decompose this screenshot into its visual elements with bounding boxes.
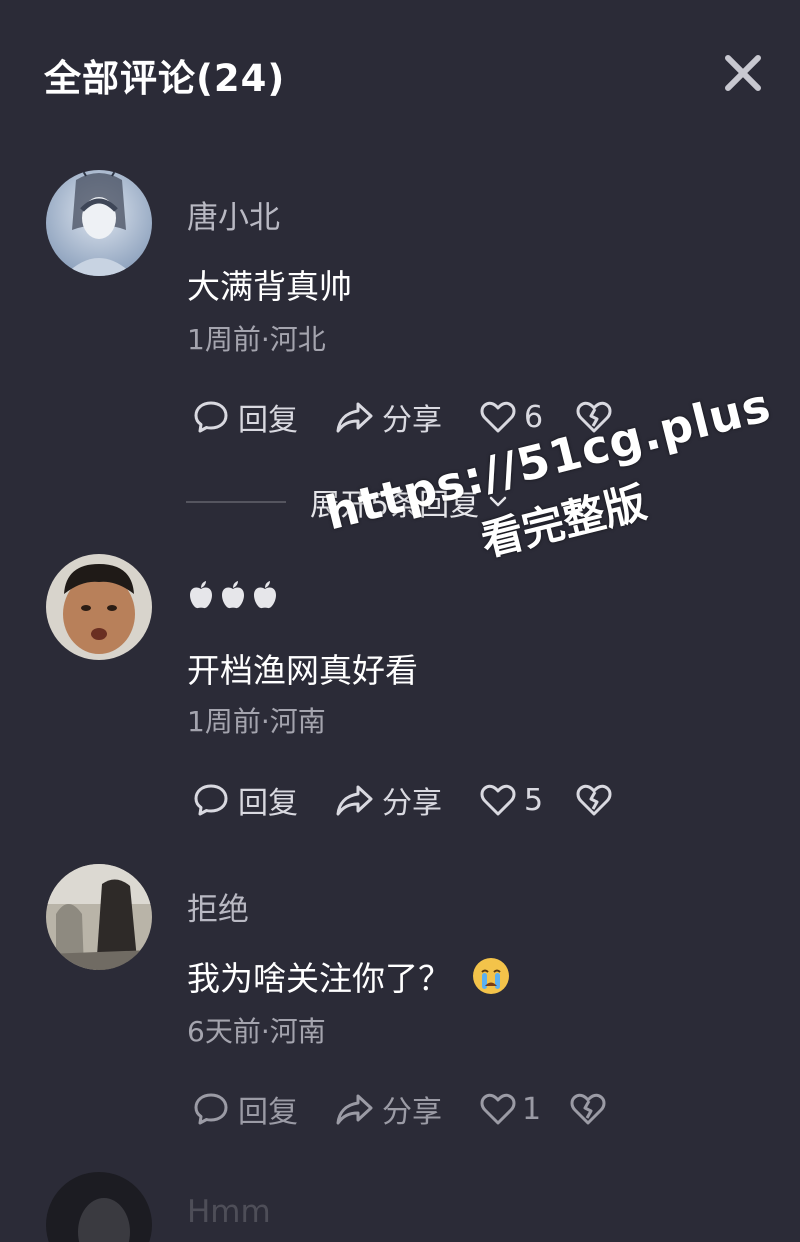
username[interactable] bbox=[187, 580, 279, 610]
username[interactable]: Hmm bbox=[187, 1194, 271, 1230]
avatar[interactable] bbox=[46, 554, 152, 660]
reply-label: 回复 bbox=[238, 403, 298, 438]
comment-meta: 6天前·河南 bbox=[187, 1015, 326, 1048]
like-button[interactable]: 5 bbox=[480, 783, 576, 818]
share-label: 分享 bbox=[382, 403, 442, 438]
dislike-button[interactable] bbox=[570, 1092, 606, 1126]
chat-bubble-icon bbox=[194, 784, 228, 816]
share-button[interactable]: 分享 bbox=[334, 1087, 480, 1131]
heart-icon bbox=[480, 784, 516, 816]
broken-heart-icon bbox=[570, 1093, 606, 1125]
dislike-button[interactable] bbox=[576, 783, 612, 817]
heart-icon bbox=[480, 1093, 516, 1125]
crying-face-icon bbox=[473, 958, 509, 994]
comment-text-value: 大满背真帅 bbox=[187, 267, 352, 306]
username[interactable]: 拒绝 bbox=[187, 884, 249, 929]
apple-icon bbox=[254, 581, 276, 609]
comment-meta: 1周前·河南 bbox=[187, 705, 326, 738]
divider bbox=[186, 501, 286, 503]
share-button[interactable]: 分享 bbox=[334, 395, 480, 439]
reply-label: 回复 bbox=[238, 1095, 298, 1130]
comments-header: 全部评论(24) bbox=[0, 0, 800, 150]
share-arrow-icon bbox=[336, 402, 373, 433]
like-count: 1 bbox=[522, 1091, 542, 1127]
comment-text: 开档渔网真好看 bbox=[187, 644, 418, 692]
apple-icon bbox=[222, 581, 244, 609]
comment-text: 大满背真帅 bbox=[187, 260, 352, 308]
comment-text: 我为啥关注你了？ bbox=[187, 952, 511, 1000]
comment-actions: 回复 分享 1 bbox=[192, 1086, 606, 1132]
heart-icon bbox=[480, 401, 516, 433]
page-title: 全部评论(24) bbox=[44, 57, 286, 100]
reply-button[interactable]: 回复 bbox=[192, 395, 334, 439]
share-button[interactable]: 分享 bbox=[334, 778, 480, 822]
apple-icon bbox=[190, 581, 212, 609]
share-label: 分享 bbox=[382, 786, 442, 821]
chat-bubble-icon bbox=[194, 1093, 228, 1125]
reply-label: 回复 bbox=[238, 786, 298, 821]
comment-actions: 回复 分享 5 bbox=[192, 777, 612, 823]
comment-meta: 1周前·河北 bbox=[187, 323, 326, 356]
reply-button[interactable]: 回复 bbox=[192, 1087, 334, 1131]
broken-heart-icon bbox=[576, 784, 612, 816]
username[interactable]: 唐小北 bbox=[187, 192, 280, 237]
like-count: 6 bbox=[524, 399, 544, 435]
avatar[interactable] bbox=[46, 864, 152, 970]
chat-bubble-icon bbox=[194, 401, 228, 433]
close-button[interactable] bbox=[720, 50, 766, 96]
share-arrow-icon bbox=[336, 1094, 373, 1125]
comment-text-value: 开档渔网真好看 bbox=[187, 651, 418, 690]
reply-button[interactable]: 回复 bbox=[192, 778, 334, 822]
avatar[interactable] bbox=[46, 1172, 152, 1242]
share-arrow-icon bbox=[336, 785, 373, 816]
avatar[interactable] bbox=[46, 170, 152, 276]
comment-text-value: 我为啥关注你了？ bbox=[187, 959, 451, 998]
like-count: 5 bbox=[524, 782, 544, 818]
close-icon bbox=[725, 55, 761, 91]
like-button[interactable]: 1 bbox=[480, 1092, 570, 1127]
share-label: 分享 bbox=[382, 1095, 442, 1130]
